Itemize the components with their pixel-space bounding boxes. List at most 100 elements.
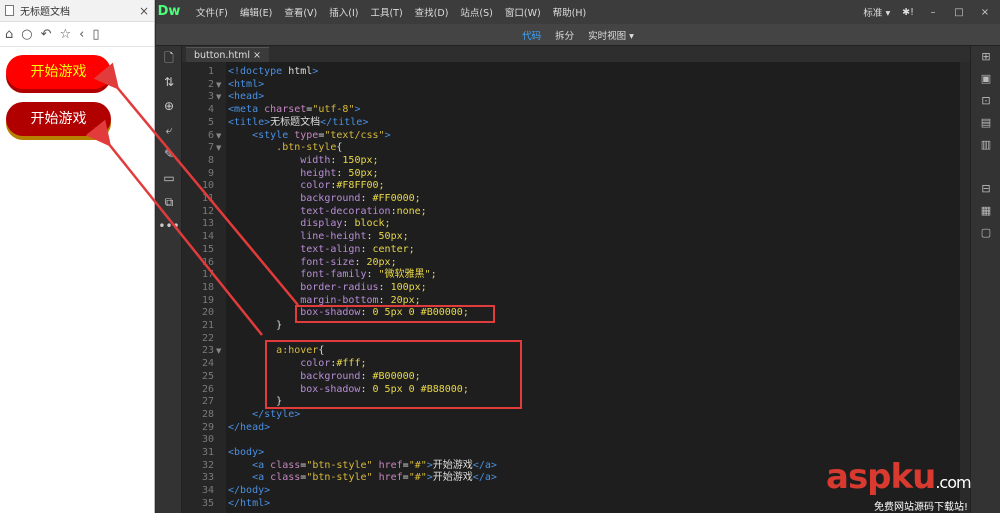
sort-icon[interactable]: ⇅ bbox=[156, 70, 182, 94]
code-line[interactable]: <title>无标题文档</title> bbox=[228, 117, 368, 130]
code-line[interactable]: color:#F8FF00; bbox=[228, 180, 384, 193]
code-line[interactable]: <body> bbox=[228, 447, 264, 460]
workspace-selector[interactable]: 标准 ▾ bbox=[863, 5, 890, 19]
code-line[interactable]: .btn-style{ bbox=[228, 142, 342, 155]
line-number: 5 bbox=[207, 116, 214, 128]
line-number: 30 bbox=[201, 434, 214, 446]
code-line[interactable]: <a class="btn-style" href="#">开始游戏</a> bbox=[228, 472, 497, 485]
code-line[interactable]: line-height: 50px; bbox=[228, 231, 408, 244]
reload-icon[interactable]: ○ bbox=[21, 28, 32, 41]
menu-window[interactable]: 窗口(W) bbox=[499, 5, 547, 19]
menu-site[interactable]: 站点(S) bbox=[454, 5, 498, 19]
snippets-panel-icon[interactable]: ▢ bbox=[971, 222, 1000, 244]
behaviors-panel-icon[interactable]: ▦ bbox=[971, 200, 1000, 222]
line-number: 29 bbox=[201, 421, 214, 433]
gear-icon[interactable]: ✱! bbox=[902, 7, 914, 18]
hierarchy-panel-icon[interactable]: ⊟ bbox=[971, 178, 1000, 200]
close-button[interactable]: × bbox=[978, 7, 992, 18]
watermark-brand: aspku bbox=[826, 457, 936, 497]
minimize-button[interactable]: – bbox=[926, 7, 940, 18]
live-view-button[interactable]: 实时视图 ▾ bbox=[588, 28, 634, 42]
menu-file[interactable]: 文件(F) bbox=[190, 5, 234, 19]
css-panel-icon[interactable]: ▥ bbox=[971, 134, 1000, 156]
split-view-button[interactable]: 拆分 bbox=[555, 28, 574, 42]
code-line[interactable]: text-align: center; bbox=[228, 244, 414, 257]
menu-help[interactable]: 帮助(H) bbox=[547, 5, 593, 19]
code-line[interactable]: text-decoration:none; bbox=[228, 206, 426, 219]
dw-logo: Dw bbox=[157, 4, 181, 19]
chevron-down-icon: ▾ bbox=[629, 30, 634, 42]
menu-view[interactable]: 查看(V) bbox=[278, 5, 323, 19]
expand-icon[interactable]: ⧉ bbox=[156, 190, 182, 214]
code-line[interactable]: <html> bbox=[228, 79, 264, 92]
code-line[interactable]: } bbox=[228, 320, 282, 333]
line-number: 35 bbox=[201, 497, 214, 509]
workspace-label: 标准 bbox=[863, 8, 883, 19]
code-line[interactable]: <style type="text/css"> bbox=[228, 130, 391, 143]
start-game-button-hover[interactable]: 开始游戏 bbox=[6, 102, 111, 136]
home-icon[interactable]: ⌂ bbox=[5, 28, 13, 41]
code-line[interactable]: </style> bbox=[228, 409, 300, 422]
star-icon[interactable]: ☆ bbox=[60, 28, 72, 41]
code-line[interactable]: </head> bbox=[228, 422, 270, 435]
line-number: 3 bbox=[207, 91, 214, 103]
code-line[interactable]: background: #FF0000; bbox=[228, 193, 420, 206]
fold-toggle-icon[interactable]: ▼ bbox=[216, 345, 221, 358]
line-number: 34 bbox=[201, 485, 214, 497]
code-line[interactable]: height: 50px; bbox=[228, 168, 378, 181]
target-icon[interactable]: ⊕ bbox=[156, 94, 182, 118]
menu-find[interactable]: 查找(D) bbox=[409, 5, 455, 19]
menu-tools[interactable]: 工具(T) bbox=[364, 5, 408, 19]
fold-toggle-icon[interactable]: ▼ bbox=[216, 130, 221, 143]
watermark-tagline: 免费网站源码下载站! bbox=[874, 502, 969, 513]
line-number: 18 bbox=[201, 281, 214, 293]
document-icon bbox=[5, 5, 14, 16]
file-tab[interactable]: button.html × bbox=[186, 47, 269, 62]
browser-tab-title: 无标题文档 bbox=[20, 7, 70, 18]
browser-tab[interactable]: 无标题文档 × bbox=[0, 0, 154, 22]
line-number: 16 bbox=[201, 256, 214, 268]
line-number: 2 bbox=[207, 78, 214, 90]
start-game-button[interactable]: 开始游戏 bbox=[6, 55, 111, 89]
code-editor[interactable]: <!doctype html> <html> <head> <meta charset… bbox=[226, 62, 970, 513]
back-icon[interactable]: ‹ bbox=[79, 28, 84, 41]
editor-scrollbar[interactable] bbox=[960, 62, 970, 513]
code-line[interactable]: <head> bbox=[228, 91, 264, 104]
code-line[interactable]: <a class="btn-style" href="#">开始游戏</a> bbox=[228, 460, 497, 473]
menu-edit[interactable]: 编辑(E) bbox=[234, 5, 278, 19]
code-line[interactable]: width: 150px; bbox=[228, 155, 378, 168]
insert-panel-icon[interactable]: ⊡ bbox=[971, 90, 1000, 112]
brush-icon[interactable]: ✎ bbox=[156, 142, 182, 166]
line-number: 20 bbox=[201, 307, 214, 319]
maximize-button[interactable]: □ bbox=[952, 7, 966, 18]
code-line[interactable]: font-family: "微软雅黑"; bbox=[228, 269, 436, 282]
hover-rule-highlight bbox=[265, 340, 522, 409]
code-line[interactable]: display: block; bbox=[228, 218, 390, 231]
dreamweaver-window: Dw 文件(F) 编辑(E) 查看(V) 插入(I) 工具(T) 查找(D) 站… bbox=[156, 0, 1000, 513]
page-icon[interactable]: ▯ bbox=[92, 28, 99, 41]
fold-toggle-icon[interactable]: ▼ bbox=[216, 79, 221, 92]
code-line[interactable]: </body> bbox=[228, 485, 270, 498]
close-icon[interactable]: × bbox=[139, 4, 149, 18]
undo-icon[interactable]: ↶ bbox=[41, 28, 52, 41]
dom-panel-icon[interactable]: ⊞ bbox=[971, 46, 1000, 68]
assets-panel-icon[interactable]: ▣ bbox=[971, 68, 1000, 90]
code-line[interactable]: font-size: 20px; bbox=[228, 257, 396, 270]
fold-toggle-icon[interactable]: ▼ bbox=[216, 142, 221, 155]
fold-toggle-icon[interactable]: ▼ bbox=[216, 91, 221, 104]
files-panel-icon[interactable]: ▤ bbox=[971, 112, 1000, 134]
code-line[interactable]: <meta charset="utf-8"> bbox=[228, 104, 361, 117]
code-line[interactable]: border-radius: 100px; bbox=[228, 282, 426, 295]
line-number: 9 bbox=[207, 167, 214, 179]
line-number: 13 bbox=[201, 218, 214, 230]
open-document-icon[interactable]: 🗋 bbox=[156, 46, 182, 70]
menu-insert[interactable]: 插入(I) bbox=[323, 5, 364, 19]
comment-icon[interactable]: ▭ bbox=[156, 166, 182, 190]
code-view-button[interactable]: 代码 bbox=[522, 28, 541, 42]
panel-dock: ⊞ ▣ ⊡ ▤ ▥ ⊟ ▦ ▢ bbox=[970, 46, 1000, 513]
menu-bar: Dw 文件(F) 编辑(E) 查看(V) 插入(I) 工具(T) 查找(D) 站… bbox=[156, 0, 1000, 24]
code-line[interactable]: <!doctype html> bbox=[228, 66, 318, 79]
more-icon[interactable]: ••• bbox=[156, 214, 182, 238]
code-line[interactable]: </html> bbox=[228, 498, 270, 511]
wrap-icon[interactable]: ⤶ bbox=[156, 118, 182, 142]
